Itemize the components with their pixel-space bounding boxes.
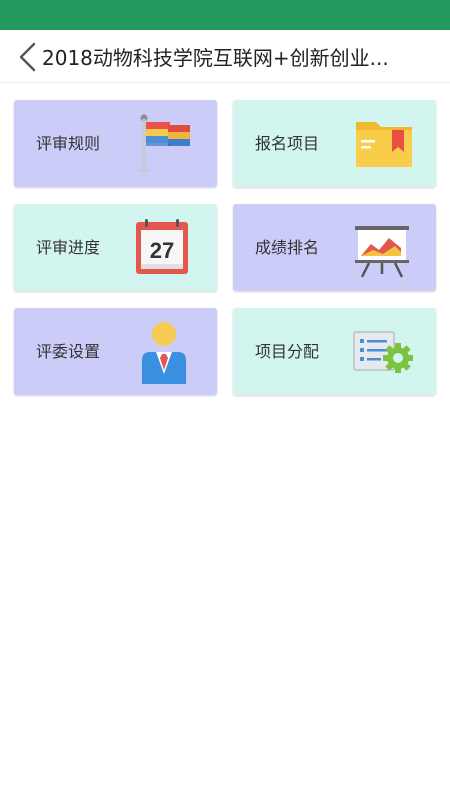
folder-icon xyxy=(351,110,417,176)
calendar-icon: 27 xyxy=(130,214,196,280)
menu-item-label: 项目分配 xyxy=(255,342,320,361)
menu-item-registered-projects[interactable]: 报名项目 xyxy=(233,100,436,187)
presentation-chart-icon xyxy=(349,214,415,280)
menu-item-project-allocation[interactable]: 项目分配 xyxy=(233,308,436,395)
menu-item-label: 评审规则 xyxy=(36,134,101,153)
menu-item-label: 评委设置 xyxy=(36,342,101,361)
menu-item-judge-settings[interactable]: 评委设置 xyxy=(14,308,217,395)
title-bar: 2018动物科技学院互联网+创新创业... xyxy=(0,30,450,83)
back-button[interactable] xyxy=(14,41,40,73)
menu-item-label: 成绩排名 xyxy=(255,238,320,257)
menu-item-review-rules[interactable]: 评审规则 xyxy=(14,100,217,187)
status-bar xyxy=(0,0,450,30)
person-icon xyxy=(133,318,199,384)
list-settings-icon xyxy=(349,318,415,384)
menu-item-score-ranking[interactable]: 成绩排名 xyxy=(233,204,436,291)
chevron-left-icon xyxy=(19,42,36,72)
menu-item-review-progress[interactable]: 评审进度 27 xyxy=(14,204,217,291)
flag-icon xyxy=(134,110,200,176)
calendar-day: 27 xyxy=(150,238,174,263)
page-title: 2018动物科技学院互联网+创新创业... xyxy=(42,46,389,70)
menu-item-label: 评审进度 xyxy=(36,238,101,257)
menu-item-label: 报名项目 xyxy=(255,134,320,153)
